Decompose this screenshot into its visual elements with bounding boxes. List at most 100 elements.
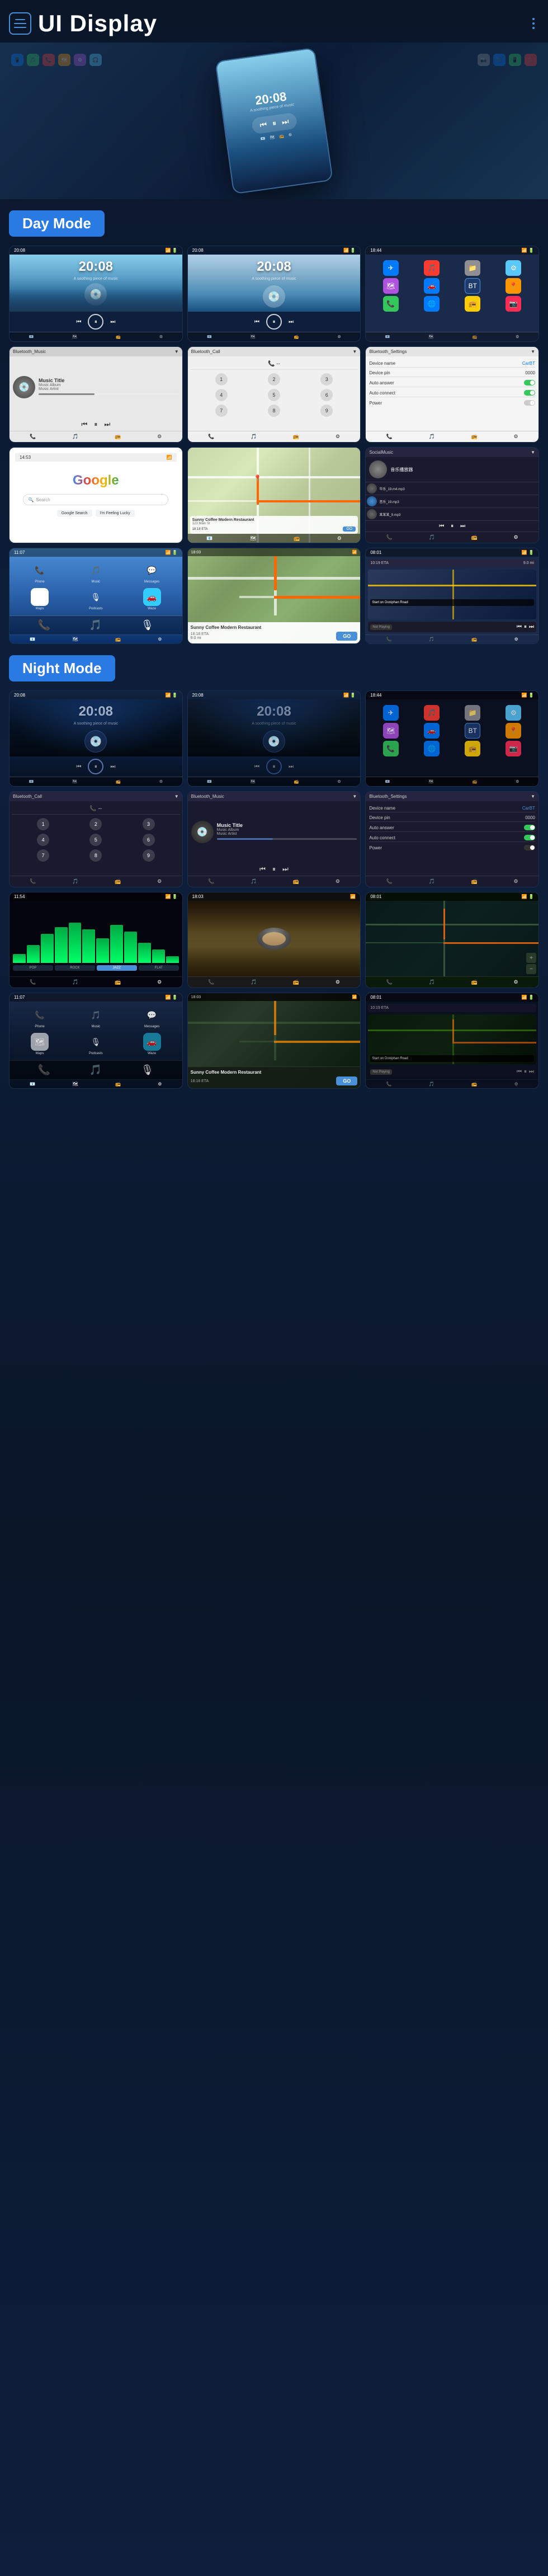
night-app-phone[interactable]: 📞 [383, 741, 399, 756]
night-dial-2[interactable]: 2 [89, 818, 102, 830]
night-go-btn[interactable]: GO [336, 1077, 357, 1085]
go-btn[interactable]: GO [336, 632, 357, 641]
auto-connect-toggle[interactable] [524, 390, 535, 396]
social-play[interactable]: ⏸ [451, 523, 453, 529]
night-dial-9[interactable]: 9 [143, 849, 155, 862]
app-icon-browser[interactable]: 🌐 [424, 296, 440, 312]
night-ios-messages[interactable]: 💬 Messages [126, 1006, 177, 1028]
bt-next[interactable]: ⏭ [104, 420, 110, 429]
night-auto-answer-toggle[interactable] [524, 825, 535, 830]
night-dial-6[interactable]: 6 [143, 834, 155, 846]
night-ios-phone[interactable]: 📞 Phone [14, 1006, 65, 1028]
ios-dock-music[interactable]: 🎵 [89, 619, 102, 631]
night-ios-waze[interactable]: 🚗 Waze [126, 1033, 177, 1055]
social-next[interactable]: ⏭ [460, 523, 465, 529]
eq-btn-4[interactable]: FLAT [139, 965, 179, 971]
night-waze-next[interactable]: ⏭ [529, 1069, 534, 1075]
night-ios-dock-podcast[interactable]: 🎙 [141, 1064, 154, 1076]
ios-app-podcast[interactable]: 🎙 Podcasts [70, 588, 121, 610]
google-lucky-btn[interactable]: I'm Feeling Lucky [96, 510, 135, 517]
app-icon-camera[interactable]: 📷 [506, 296, 521, 312]
night-dial-1[interactable]: 1 [37, 818, 49, 830]
ios-dock-phone[interactable]: 📞 [38, 619, 50, 631]
night-ios-podcast[interactable]: 🎙 Podcasts [70, 1033, 121, 1055]
dial-3[interactable]: 3 [320, 373, 333, 386]
bt-prev[interactable]: ⏮ [82, 420, 88, 429]
night-bt-next[interactable]: ⏭ [282, 865, 289, 873]
hero-play-btn[interactable]: ⏸ [272, 119, 277, 129]
go-button[interactable]: GO [343, 527, 356, 532]
dial-8[interactable]: 8 [268, 405, 280, 417]
dial-4[interactable]: 4 [215, 389, 228, 401]
route-zoom-in[interactable]: + [526, 953, 536, 963]
night-next-2[interactable]: ⏭ [289, 764, 294, 770]
menu-button[interactable] [9, 12, 31, 35]
app-icon-phone[interactable]: 📞 [383, 296, 399, 312]
night-prev-1[interactable]: ⏮ [76, 764, 81, 770]
night-play-2[interactable]: ⏸ [266, 759, 282, 774]
night-app-settings[interactable]: ⚙ [506, 705, 521, 721]
auto-answer-toggle[interactable] [524, 380, 535, 386]
night-play-1[interactable]: ⏸ [88, 759, 103, 774]
power-toggle[interactable] [524, 400, 535, 406]
night-waze-prev[interactable]: ⏮ [517, 1069, 522, 1075]
night-next-1[interactable]: ⏭ [110, 764, 115, 770]
ios-app-music[interactable]: 🎵 Music [70, 561, 121, 584]
play-btn[interactable]: ⏸ [88, 314, 103, 330]
more-options-button[interactable] [532, 18, 535, 29]
dial-5[interactable]: 5 [268, 389, 280, 401]
ios-app-waze[interactable]: 🚗 Waze [126, 588, 177, 610]
social-prev[interactable]: ⏮ [439, 523, 444, 529]
night-app-browser[interactable]: 🌐 [424, 741, 440, 756]
waze-next[interactable]: ⏭ [529, 624, 534, 630]
song-item-2[interactable]: 音乐_19.mp3 [366, 495, 538, 508]
night-dial-4[interactable]: 4 [37, 834, 49, 846]
dial-1[interactable]: 1 [215, 373, 228, 386]
night-dial-5[interactable]: 5 [89, 834, 102, 846]
play-btn-2[interactable]: ⏸ [266, 314, 282, 330]
night-dial-8[interactable]: 8 [89, 849, 102, 862]
prev-btn-2[interactable]: ⏮ [254, 319, 259, 325]
hero-next-btn[interactable]: ⏭ [281, 116, 290, 127]
google-search-btn[interactable]: Google Search [57, 510, 92, 517]
app-icon-radio[interactable]: 📻 [465, 296, 480, 312]
prev-btn[interactable]: ⏮ [76, 319, 81, 325]
app-icon-music[interactable]: 🎵 [424, 260, 440, 276]
song-item-1[interactable]: 华乐_19.m4.mp3 [366, 482, 538, 495]
ios-app-messages[interactable]: 💬 Messages [126, 561, 177, 584]
night-bt-play[interactable]: ⏸ [272, 865, 276, 873]
night-ios-music[interactable]: 🎵 Music [70, 1006, 121, 1028]
next-btn[interactable]: ⏭ [110, 319, 115, 325]
night-dial-7[interactable]: 7 [37, 849, 49, 862]
dial-6[interactable]: 6 [320, 389, 333, 401]
app-icon-settings[interactable]: ⚙ [506, 260, 521, 276]
app-icon-waze[interactable]: 🗺 [383, 278, 399, 294]
night-app-files[interactable]: 📁 [465, 705, 480, 721]
night-app-music[interactable]: 🎵 [424, 705, 440, 721]
night-app-telegram[interactable]: ✈ [383, 705, 399, 721]
night-ios-dock-phone[interactable]: 📞 [38, 1064, 50, 1076]
bt-play[interactable]: ⏸ [94, 420, 97, 429]
google-search-bar[interactable]: 🔍 Search [23, 494, 168, 505]
route-zoom-out[interactable]: − [526, 964, 536, 974]
ios-app-phone[interactable]: 📞 Phone [14, 561, 65, 584]
night-app-camera[interactable]: 📷 [506, 741, 521, 756]
app-icon-carplay[interactable]: 🚗 [424, 278, 440, 294]
song-item-3[interactable]: 某某某_9.mp3 [366, 508, 538, 520]
night-auto-connect-toggle[interactable] [524, 835, 535, 840]
eq-btn-1[interactable]: POP [13, 965, 53, 971]
night-bt-prev[interactable]: ⏮ [259, 865, 266, 873]
eq-btn-2[interactable]: ROCK [55, 965, 95, 971]
ios-dock-podcast[interactable]: 🎙 [141, 619, 154, 631]
night-dial-3[interactable]: 3 [143, 818, 155, 830]
dial-9[interactable]: 9 [320, 405, 333, 417]
ios-app-maps[interactable]: 🗺 Maps [14, 588, 65, 610]
night-app-waze[interactable]: 🗺 [383, 723, 399, 739]
night-app-bt[interactable]: BT [465, 723, 480, 739]
night-prev-2[interactable]: ⏮ [254, 764, 259, 770]
dial-7[interactable]: 7 [215, 405, 228, 417]
app-icon-nav[interactable]: 📍 [506, 278, 521, 294]
night-power-toggle[interactable] [524, 845, 535, 850]
night-app-nav[interactable]: 📍 [506, 723, 521, 739]
app-icon-telegram[interactable]: ✈ [383, 260, 399, 276]
